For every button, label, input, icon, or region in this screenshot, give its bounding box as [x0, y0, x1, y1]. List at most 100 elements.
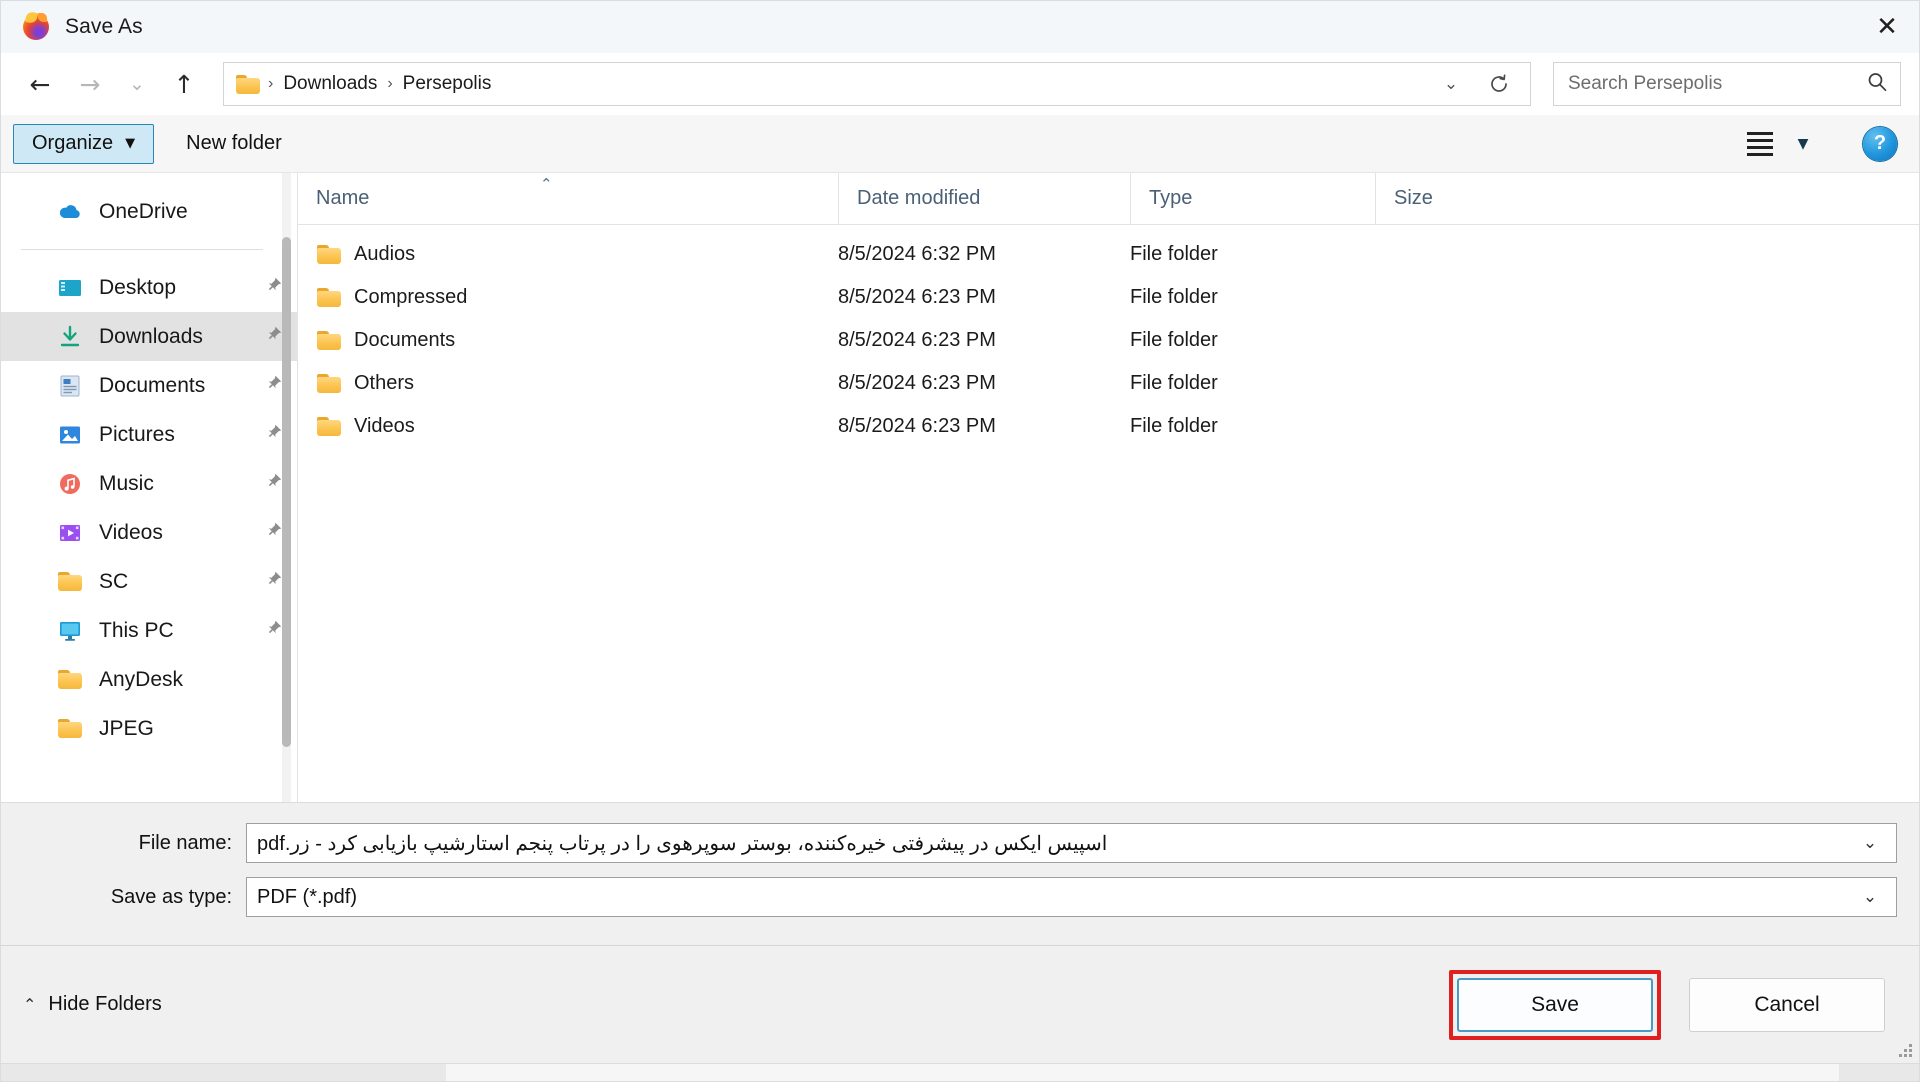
firefox-icon [23, 10, 49, 40]
sidebar-item-label: AnyDesk [99, 667, 184, 691]
documents-icon [57, 373, 83, 399]
pin-icon[interactable] [265, 423, 283, 446]
close-icon[interactable]: ✕ [1855, 1, 1919, 53]
table-row[interactable]: Videos 8/5/2024 6:23 PM File folder [298, 405, 1919, 448]
chevron-down-icon: ▼ [125, 136, 136, 151]
column-header-type[interactable]: Type [1130, 173, 1375, 224]
table-row[interactable]: Audios 8/5/2024 6:32 PM File folder [298, 233, 1919, 276]
sidebar-item-videos[interactable]: Videos [1, 508, 297, 557]
file-type: File folder [1130, 286, 1218, 308]
file-name: Audios [354, 243, 416, 265]
search-icon [1866, 71, 1888, 98]
view-options-caret-icon[interactable]: ▼ [1783, 136, 1823, 152]
dialog-body: OneDrive Desktop Downloads Documents Pic… [1, 173, 1919, 802]
cancel-button[interactable]: Cancel [1689, 977, 1885, 1032]
chevron-down-icon[interactable]: ⌄ [1850, 833, 1890, 853]
sidebar-divider [21, 249, 263, 250]
forward-button[interactable]: → [65, 62, 115, 106]
breadcrumb-item-persepolis[interactable]: Persepolis [395, 73, 500, 95]
search-box[interactable]: Search Persepolis [1553, 62, 1901, 106]
new-folder-button[interactable]: New folder [168, 124, 300, 164]
music-icon [57, 471, 83, 497]
column-header-name[interactable]: Name ⌃ [298, 173, 838, 224]
this-pc-icon [57, 618, 83, 644]
sidebar-item-this-pc[interactable]: This PC [1, 606, 297, 655]
sidebar-item-label: SC [99, 569, 129, 593]
sidebar-item-pictures[interactable]: Pictures [1, 410, 297, 459]
up-button[interactable]: ↑ [159, 62, 209, 106]
sidebar-item-sc[interactable]: SC [1, 557, 297, 606]
folder-icon [57, 569, 83, 595]
bottom-edge-segment [1839, 1064, 1919, 1081]
bottom-edge-segment [446, 1064, 1839, 1081]
file-type: File folder [1130, 243, 1218, 265]
table-row[interactable]: Documents 8/5/2024 6:23 PM File folder [298, 319, 1919, 362]
title-bar: Save As ✕ [1, 1, 1919, 53]
sidebar-item-label: Desktop [99, 275, 177, 299]
desktop-icon [57, 275, 83, 301]
file-date: 8/5/2024 6:23 PM [838, 286, 996, 308]
sidebar-item-anydesk[interactable]: AnyDesk [1, 655, 297, 704]
list-view-icon[interactable] [1737, 131, 1783, 156]
column-header-size[interactable]: Size [1375, 173, 1535, 224]
search-input[interactable]: Search Persepolis [1568, 73, 1866, 95]
table-row[interactable]: Compressed 8/5/2024 6:23 PM File folder [298, 276, 1919, 319]
file-type: File folder [1130, 415, 1218, 437]
column-header-date-modified[interactable]: Date modified [838, 173, 1130, 224]
save-button-highlight: Save [1449, 969, 1661, 1040]
sidebar-item-label: Downloads [99, 324, 203, 348]
pin-icon[interactable] [265, 472, 283, 495]
save-button[interactable]: Save [1457, 977, 1653, 1032]
sidebar-item-jpeg[interactable]: JPEG [1, 704, 297, 753]
sidebar-item-onedrive[interactable]: OneDrive [1, 187, 297, 236]
file-list: Audios 8/5/2024 6:32 PM File folder Comp… [298, 225, 1919, 802]
pin-icon[interactable] [265, 619, 283, 642]
organize-button[interactable]: Organize ▼ [13, 123, 155, 164]
pin-icon[interactable] [265, 521, 283, 544]
sidebar-item-label: OneDrive [99, 199, 188, 223]
resize-grip[interactable] [1899, 1044, 1913, 1058]
folder-icon [57, 716, 83, 742]
help-button[interactable]: ? [1863, 126, 1897, 161]
sidebar-item-downloads[interactable]: Downloads [1, 312, 297, 361]
chevron-down-icon[interactable]: ⌄ [1430, 74, 1472, 94]
bottom-edge-segment [1, 1064, 446, 1081]
navigation-pane: OneDrive Desktop Downloads Documents Pic… [1, 173, 297, 802]
save-as-type-label: Save as type: [110, 885, 232, 908]
sidebar-item-label: Pictures [99, 422, 175, 446]
address-bar[interactable]: › Downloads › Persepolis ⌄ [223, 62, 1531, 106]
column-header-row: Name ⌃ Date modified Type Size [298, 173, 1919, 225]
table-row[interactable]: Others 8/5/2024 6:23 PM File folder [298, 362, 1919, 405]
save-as-type-select[interactable]: PDF (*.pdf) ⌄ [246, 877, 1897, 917]
pin-icon[interactable] [265, 570, 283, 593]
sort-ascending-icon: ⌃ [540, 175, 553, 193]
sidebar-scrollbar-thumb[interactable] [282, 237, 291, 747]
chevron-down-icon[interactable]: ⌄ [1850, 887, 1890, 907]
sidebar-item-music[interactable]: Music [1, 459, 297, 508]
pin-icon[interactable] [265, 374, 283, 397]
refresh-icon[interactable] [1472, 73, 1526, 95]
back-button[interactable]: ← [15, 62, 65, 106]
file-name: Documents [354, 329, 456, 351]
sidebar-item-label: Music [99, 471, 154, 495]
sidebar-item-desktop[interactable]: Desktop [1, 263, 297, 312]
file-name: Others [354, 372, 415, 394]
pin-icon[interactable] [265, 276, 283, 299]
dialog-footer: ⌃ Hide Folders Save Cancel [1, 945, 1919, 1063]
sidebar-item-documents[interactable]: Documents [1, 361, 297, 410]
sidebar-item-label: Documents [99, 373, 206, 397]
column-header-label: Name [316, 187, 370, 209]
save-as-type-row: Save as type: PDF (*.pdf) ⌄ [1, 875, 1919, 919]
breadcrumb-item-downloads[interactable]: Downloads [275, 73, 385, 95]
file-name: Compressed [354, 286, 468, 308]
save-as-type-value: PDF (*.pdf) [257, 885, 358, 908]
column-header-label: Date modified [857, 187, 981, 209]
folder-icon [316, 371, 342, 397]
file-name-input[interactable]: اسپیس ایکس در پیشرفتی خیره‌کننده، بوستر … [257, 831, 1850, 856]
pin-icon[interactable] [265, 325, 283, 348]
hide-folders-button[interactable]: ⌃ Hide Folders [23, 993, 162, 1016]
file-name-field[interactable]: اسپیس ایکس در پیشرفتی خیره‌کننده، بوستر … [246, 823, 1897, 863]
hide-folders-label: Hide Folders [48, 993, 162, 1015]
recent-locations-button[interactable]: ⌄ [115, 62, 159, 106]
pictures-icon [57, 422, 83, 448]
